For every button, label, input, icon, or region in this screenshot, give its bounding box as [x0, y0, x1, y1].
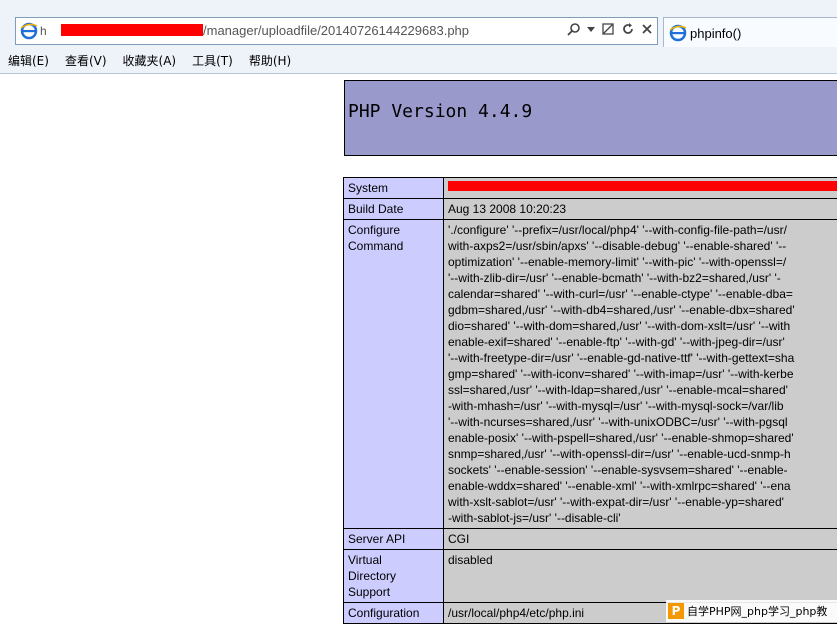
ie-icon [669, 24, 687, 42]
table-row: Server API CGI [344, 529, 837, 550]
watermark-logo: P [668, 603, 684, 619]
row-key: Build Date [344, 199, 444, 220]
stop-icon[interactable] [641, 23, 653, 41]
row-value-system [444, 178, 837, 199]
row-key: System [344, 178, 444, 199]
page-content: PHP Version 4.4.9 System Build Date Aug … [0, 74, 837, 622]
page-title: PHP Version 4.4.9 [348, 101, 532, 122]
browser-chrome: h /manager/uploadfile/20140726144229683.… [0, 0, 837, 74]
row-key: Virtual Directory Support [344, 550, 444, 603]
menu-bar: 编辑(E) 查看(V) 收藏夹(A) 工具(T) 帮助(H) [0, 48, 837, 72]
address-tools [567, 22, 653, 42]
table-row: System [344, 178, 837, 199]
redaction-bar [448, 181, 837, 191]
browser-tab[interactable]: phpinfo() [663, 17, 837, 47]
menu-tools[interactable]: 工具(T) [192, 52, 233, 69]
redaction-bar [61, 24, 203, 36]
row-value: Aug 13 2008 10:20:23 [444, 199, 837, 220]
search-icon[interactable] [567, 22, 581, 42]
phpinfo-header: PHP Version 4.4.9 [344, 80, 837, 156]
dropdown-arrow-icon[interactable] [587, 22, 595, 42]
table-row: Build Date Aug 13 2008 10:20:23 [344, 199, 837, 220]
menu-favorites[interactable]: 收藏夹(A) [123, 52, 177, 69]
table-row: Virtual Directory Support disabled [344, 550, 837, 603]
menu-edit[interactable]: 编辑(E) [8, 52, 49, 69]
address-bar[interactable]: h /manager/uploadfile/20140726144229683.… [15, 17, 658, 45]
address-prefix: h [40, 24, 47, 38]
row-value: './configure' '--prefix=/usr/local/php4'… [444, 220, 837, 529]
menu-help[interactable]: 帮助(H) [249, 52, 291, 69]
phpinfo-table: System Build Date Aug 13 2008 10:20:23 C… [343, 177, 837, 624]
row-value: CGI [444, 529, 837, 550]
row-value: disabled [444, 550, 837, 603]
menu-view[interactable]: 查看(V) [65, 52, 107, 69]
refresh-icon[interactable] [621, 22, 635, 42]
table-row: Configure Command './configure' '--prefi… [344, 220, 837, 529]
address-url: /manager/uploadfile/20140726144229683.ph… [203, 23, 469, 38]
row-key: Configuration [344, 603, 444, 624]
watermark: P 自学PHP网_php学习_php教 [666, 600, 837, 622]
row-key: Server API [344, 529, 444, 550]
row-key: Configure Command [344, 220, 444, 529]
tab-title: phpinfo() [690, 26, 741, 41]
watermark-text: 自学PHP网_php学习_php教 [687, 603, 827, 619]
ie-icon [20, 22, 38, 40]
compat-view-icon[interactable] [601, 22, 615, 42]
